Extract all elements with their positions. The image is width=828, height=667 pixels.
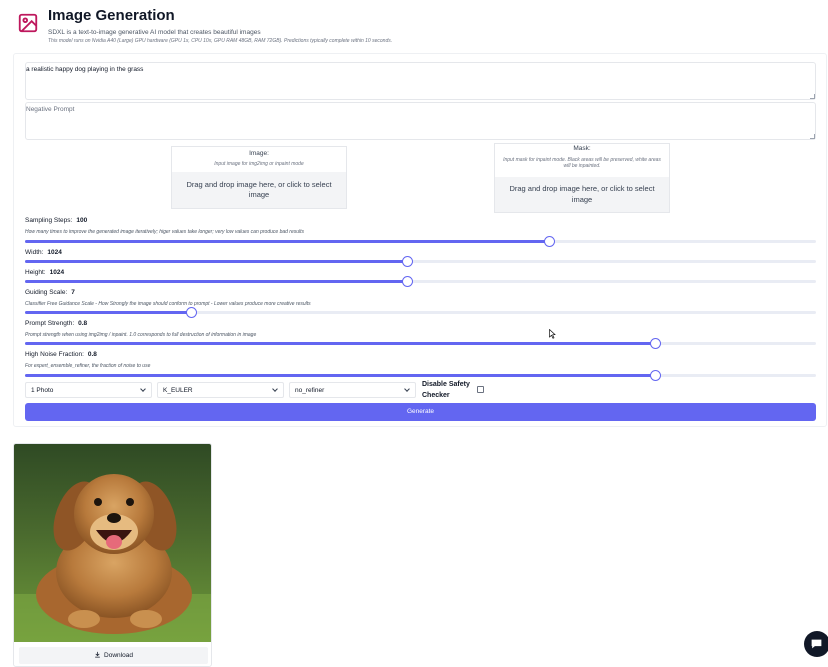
chevron-down-icon	[140, 386, 146, 392]
image-upload: Image: Input image for img2img or inpain…	[171, 146, 347, 209]
prompt-strength-label: Prompt Strength: 0.8	[25, 320, 88, 327]
high-noise-fraction-slider[interactable]	[25, 370, 816, 381]
slider-fill	[25, 260, 408, 263]
image-upload-label: Image:	[249, 150, 269, 157]
download-button[interactable]: Download	[19, 647, 208, 664]
num-outputs-value: 1 Photo	[31, 387, 54, 394]
high-noise-fraction-hint: For expert_ensemble_refiner, the fractio…	[25, 363, 151, 369]
sampling-steps-slider[interactable]	[25, 236, 816, 247]
page-subtitle: SDXL is a text-to-image generative AI mo…	[48, 29, 261, 36]
prompt-input[interactable]	[25, 62, 816, 100]
disable-safety-checker-checkbox[interactable]	[477, 386, 484, 393]
slider-handle[interactable]	[649, 370, 661, 381]
slider-handle[interactable]	[649, 338, 661, 349]
page-title: Image Generation	[48, 7, 175, 24]
guiding-scale-label: Guiding Scale: 7	[25, 289, 75, 296]
slider-handle[interactable]	[185, 307, 197, 318]
mask-upload: Mask: Input mask for inpaint mode. Black…	[494, 143, 670, 213]
chat-icon	[811, 639, 822, 649]
height-label: Height: 1024	[25, 269, 65, 276]
slider-fill	[25, 240, 550, 243]
slider-fill	[25, 280, 408, 283]
page-header: Image Generation SDXL is a text-to-image…	[17, 6, 817, 44]
high-noise-fraction-label: High Noise Fraction: 0.8	[25, 351, 97, 358]
mask-upload-label: Mask:	[573, 145, 591, 152]
prompt-strength-hint: Prompt strength when using img2img / inp…	[25, 332, 257, 338]
num-outputs-select[interactable]: 1 Photo	[25, 382, 152, 398]
scheduler-value: K_EULER	[163, 387, 193, 394]
chevron-down-icon	[272, 386, 278, 392]
download-label: Download	[104, 652, 133, 659]
image-upload-hint: Input image for img2img or inpaint mode	[214, 161, 304, 167]
negative-prompt-input[interactable]	[25, 102, 816, 140]
chat-button[interactable]	[804, 631, 828, 657]
hardware-note: This model runs on Nvidia A40 (Large) GP…	[48, 38, 393, 44]
width-slider[interactable]	[25, 256, 816, 267]
mouse-cursor-icon	[549, 329, 556, 339]
slider-handle[interactable]	[543, 236, 555, 247]
width-label: Width: 1024	[25, 249, 62, 256]
sampling-steps-hint: How many times to improve the generated …	[25, 229, 305, 235]
height-slider[interactable]	[25, 276, 816, 287]
mask-dropzone[interactable]: Drag and drop image here, or click to se…	[495, 177, 669, 212]
image-icon	[18, 13, 38, 33]
download-icon	[95, 651, 100, 658]
refiner-value: no_refiner	[295, 387, 325, 394]
guiding-scale-hint: Classifier Free Guidance Scale - How Str…	[25, 301, 311, 307]
result-card: Download	[13, 443, 212, 667]
refiner-select[interactable]: no_refiner	[289, 382, 416, 398]
guiding-scale-slider[interactable]	[25, 307, 816, 318]
image-dropzone[interactable]: Drag and drop image here, or click to se…	[172, 172, 346, 208]
slider-fill	[25, 374, 656, 377]
mask-upload-hint: Input mask for inpaint mode. Black areas…	[503, 157, 661, 169]
slider-fill	[25, 311, 192, 314]
slider-fill	[25, 342, 656, 345]
chevron-down-icon	[404, 386, 410, 392]
disable-safety-checker-label: Disable Safety Checker	[422, 381, 470, 399]
generated-image	[14, 444, 211, 642]
scheduler-select[interactable]: K_EULER	[157, 382, 284, 398]
prompt-strength-slider[interactable]	[25, 338, 816, 349]
generate-button[interactable]: Generate	[25, 403, 816, 421]
sampling-steps-label: Sampling Steps: 100	[25, 217, 88, 224]
